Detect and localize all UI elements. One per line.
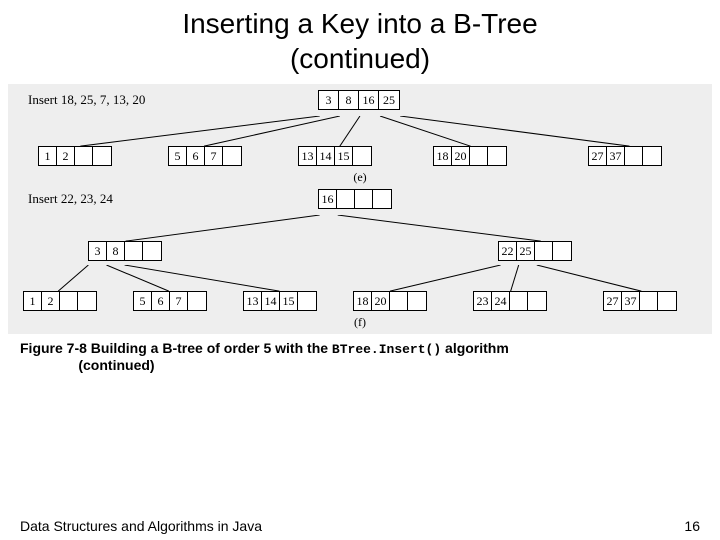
node-e-leaf-4: 27 37	[588, 146, 662, 166]
figure-area: Insert 18, 25, 7, 13, 20 3 8 16 25 1 2 5…	[8, 84, 712, 334]
caption-post: algorithm	[441, 340, 509, 356]
caption-pre: Figure 7-8 Building a B-tree of order 5 …	[20, 340, 332, 356]
node-f-mid-1: 22 25	[498, 241, 572, 261]
page-title: Inserting a Key into a B-Tree (continued…	[0, 0, 720, 76]
node-e-leaf-2: 13 14 15	[298, 146, 372, 166]
insert-label-f: Insert 22, 23, 24	[28, 191, 113, 207]
figure-caption: Figure 7-8 Building a B-tree of order 5 …	[0, 334, 720, 373]
node-e-leaf-0: 1 2	[38, 146, 112, 166]
node-f-mid-0: 3 8	[88, 241, 162, 261]
node-f-leaf-4: 23 24	[473, 291, 547, 311]
title-line2: (continued)	[290, 43, 430, 74]
node-f-leaf-1: 5 6 7	[133, 291, 207, 311]
node-f-leaf-3: 18 20	[353, 291, 427, 311]
title-line1: Inserting a Key into a B-Tree	[182, 8, 537, 39]
sublabel-e: (e)	[18, 170, 702, 185]
node-f-root: 16	[318, 189, 392, 209]
node-e-leaf-3: 18 20	[433, 146, 507, 166]
node-e-root: 3 8 16 25	[318, 90, 400, 110]
caption-code: BTree.Insert()	[332, 342, 441, 357]
page-number: 16	[684, 518, 700, 534]
caption-continued: (continued)	[78, 357, 154, 373]
insert-label-e: Insert 18, 25, 7, 13, 20	[28, 92, 145, 108]
node-f-leaf-5: 27 37	[603, 291, 677, 311]
node-f-leaf-0: 1 2	[23, 291, 97, 311]
sublabel-f: (f)	[18, 315, 702, 330]
node-f-leaf-2: 13 14 15	[243, 291, 317, 311]
footer: Data Structures and Algorithms in Java 1…	[20, 518, 700, 534]
footer-left: Data Structures and Algorithms in Java	[20, 518, 262, 534]
node-e-leaf-1: 5 6 7	[168, 146, 242, 166]
